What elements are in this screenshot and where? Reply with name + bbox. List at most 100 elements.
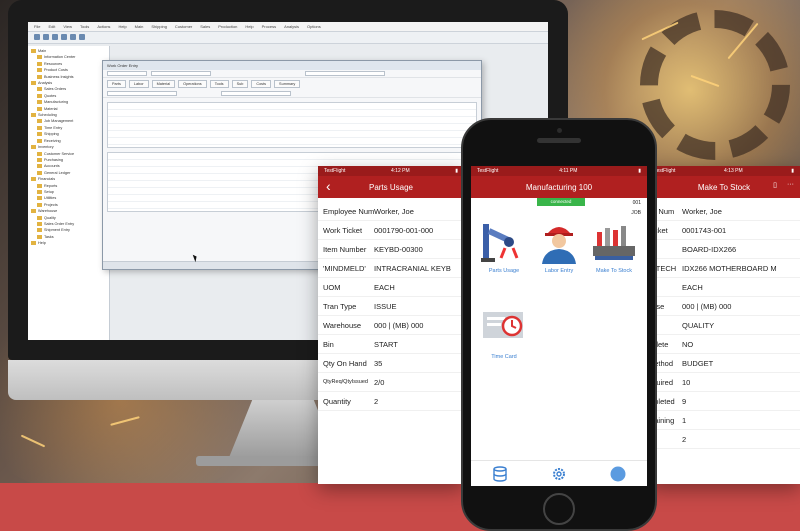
status-time: 4:12 PM (391, 168, 410, 174)
erp-tab[interactable]: Summary (274, 80, 301, 88)
form-field-row[interactable]: mpleted 9 (648, 392, 800, 411)
field-value[interactable]: BOARD-IDX266 (682, 245, 800, 254)
field-value[interactable]: 0001743-001 (682, 226, 800, 235)
parts-usage-screen: TestFlight 4:12 PM ▮ ‹ Parts Usage Emplo… (318, 166, 464, 484)
field-value[interactable]: 2 (374, 397, 464, 406)
erp-menu-item[interactable]: View (63, 24, 72, 29)
field-value[interactable]: EACH (374, 283, 464, 292)
erp-tab[interactable]: Material (151, 80, 176, 88)
form-field-row[interactable]: Quantity 2 (318, 392, 464, 411)
erp-tab[interactable]: Costs (251, 80, 272, 88)
form-field-row[interactable]: Bin START (318, 335, 464, 354)
more-icon[interactable]: ··· (787, 181, 794, 189)
form-field-row[interactable]: BOARD-IDX266 (648, 240, 800, 259)
field-value[interactable]: ISSUE (374, 302, 464, 311)
barcode-icon[interactable]: ▯ (773, 181, 777, 189)
field-value[interactable]: 35 (374, 359, 464, 368)
form-field-row[interactable]: 'MINDMELD' INTRACRANIAL KEYB (318, 259, 464, 278)
erp-menu-item[interactable]: Tools (80, 24, 89, 29)
database-icon[interactable] (492, 465, 508, 482)
field-value[interactable]: INTRACRANIAL KEYB (374, 264, 464, 273)
form-field-row[interactable]: ity2 (648, 430, 800, 449)
field-value[interactable]: 000 | (MB) 000 (374, 321, 464, 330)
form-field-row[interactable]: Employee Num Worker, Joe (318, 202, 464, 221)
parts-usage-tile[interactable]: Parts Usage (479, 218, 529, 274)
field-value[interactable]: 000 | (MB) 000 (682, 302, 800, 311)
erp-tab[interactable]: Parts (107, 80, 126, 88)
field-value[interactable]: KEYBD-00300 (374, 245, 464, 254)
erp-menu-item[interactable]: Shipping (151, 24, 167, 29)
toolbar-icon[interactable] (43, 34, 49, 40)
time-card-tile[interactable]: Time Card (479, 304, 529, 360)
back-arrow-icon[interactable]: ‹ (326, 178, 331, 194)
settings-gear-icon[interactable] (551, 466, 567, 482)
field-value[interactable]: IDX266 MOTHERBOARD M (682, 264, 800, 273)
form-field-row[interactable]: Ticket 0001743-001 (648, 221, 800, 240)
field-value[interactable]: NO (682, 340, 800, 349)
erp-tab[interactable]: Sub (231, 80, 249, 88)
erp-menu-item[interactable]: Options (307, 24, 321, 29)
toolbar-icon[interactable] (70, 34, 76, 40)
toolbar-icon[interactable] (79, 34, 85, 40)
form-field-row[interactable]: UOM EACH (318, 278, 464, 297)
form-field-row[interactable]: Method BUDGET (648, 354, 800, 373)
erp-menu-item[interactable]: Customer (175, 24, 192, 29)
erp-menu-item[interactable]: Help (245, 24, 253, 29)
form-field-row[interactable]: Warehouse 000 | (MB) 000 (318, 316, 464, 335)
field-value[interactable]: 9 (682, 397, 800, 406)
toolbar-icon[interactable] (34, 34, 40, 40)
erp-tree-label: Purchasing (44, 157, 63, 162)
field-value[interactable]: 2 (682, 435, 800, 444)
form-field-row[interactable]: equired 10 (648, 373, 800, 392)
field-value[interactable]: 1 (682, 416, 800, 425)
erp-input[interactable] (221, 91, 291, 96)
field-value[interactable]: START (374, 340, 464, 349)
form-field-row[interactable]: ee Num Worker, Joe (648, 202, 800, 221)
field-value[interactable]: EACH (682, 283, 800, 292)
erp-menu-item[interactable]: Main (135, 24, 144, 29)
erp-input[interactable] (107, 71, 147, 76)
form-field-row[interactable]: Item Number KEYBD-00300 (318, 240, 464, 259)
field-value[interactable]: Worker, Joe (682, 207, 800, 216)
form-field-row[interactable]: Work Ticket 0001790-001-000 (318, 221, 464, 240)
field-value[interactable]: BUDGET (682, 359, 800, 368)
erp-input[interactable] (305, 71, 385, 76)
erp-menu-item[interactable]: Analysis (284, 24, 299, 29)
form-field-row[interactable]: maining 1 (648, 411, 800, 430)
field-value[interactable]: 2/0 (374, 378, 464, 387)
erp-menu-item[interactable]: Process (262, 24, 276, 29)
field-value[interactable]: 10 (682, 378, 800, 387)
form-field-row[interactable]: Tran Type ISSUE (318, 297, 464, 316)
erp-input[interactable] (107, 91, 177, 96)
field-value[interactable]: 0001790-001-000 (374, 226, 464, 235)
form-field-row[interactable]: QtyReq/QtyIssued 2/0 (318, 373, 464, 392)
profile-circle-icon[interactable] (610, 466, 626, 482)
folder-icon (37, 87, 42, 92)
erp-menu-item[interactable]: Production (218, 24, 237, 29)
erp-tree-label: Analysis (38, 81, 53, 86)
erp-tab[interactable]: Labor (128, 80, 149, 88)
erp-tab[interactable]: Tools (209, 80, 229, 88)
erp-menu-item[interactable]: Help (118, 24, 126, 29)
erp-menu-item[interactable]: File (34, 24, 40, 29)
erp-tree-item[interactable]: Help (31, 240, 106, 246)
labor-entry-tile[interactable]: Labor Entry (534, 218, 584, 274)
erp-menu-item[interactable]: Edit (48, 24, 55, 29)
home-button[interactable] (543, 493, 575, 525)
form-field-row[interactable]: Qty On Hand 35 (318, 354, 464, 373)
form-field-row[interactable]: G TECH IDX266 MOTHERBOARD M (648, 259, 800, 278)
form-field-row[interactable]: nplete NO (648, 335, 800, 354)
toolbar-icon[interactable] (52, 34, 58, 40)
erp-input[interactable] (151, 71, 211, 76)
folder-icon (31, 177, 36, 182)
field-value[interactable]: QUALITY (682, 321, 800, 330)
form-field-row[interactable]: QUALITY (648, 316, 800, 335)
form-field-row[interactable]: ouse000 | (MB) 000 (648, 297, 800, 316)
form-field-row[interactable]: EACH (648, 278, 800, 297)
erp-tab[interactable]: Operations (178, 80, 207, 88)
erp-menu-item[interactable]: Actions (97, 24, 110, 29)
make-to-stock-tile[interactable]: Make To Stock (589, 218, 639, 274)
erp-menu-item[interactable]: Sales (200, 24, 210, 29)
field-value[interactable]: Worker, Joe (374, 207, 464, 216)
toolbar-icon[interactable] (61, 34, 67, 40)
